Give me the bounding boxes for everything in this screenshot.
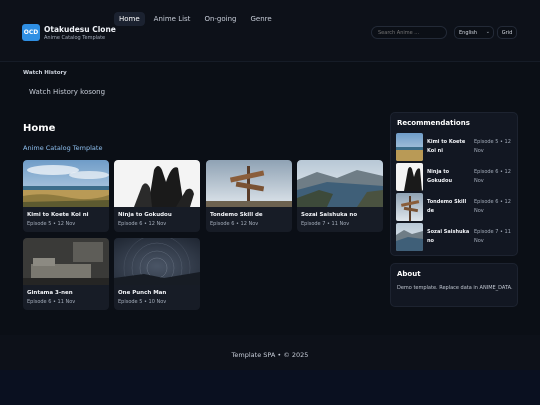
- recommendation-meta: Episode 7 • 11 Nov: [474, 229, 511, 244]
- watch-history-empty: Watch History kosong: [29, 88, 106, 96]
- anime-card[interactable]: Gintama 3-nen Episode 6 • 11 Nov: [23, 238, 109, 310]
- anime-card-title: Tondemo Skill de: [210, 212, 263, 218]
- anime-card[interactable]: Ninja to Gokudou Episode 6 • 12 Nov: [114, 160, 200, 232]
- top-navbar: OCD Otakudesu Clone Anime Catalog Templa…: [0, 0, 540, 62]
- anime-card-meta: Episode 5 • 10 Nov: [118, 299, 167, 305]
- chevron-down-icon: ⌄: [485, 29, 490, 35]
- page-title: Home: [23, 123, 56, 134]
- recommendation-item[interactable]: Kimi to Koete Koi ni Episode 5 • 12 Nov: [396, 133, 512, 161]
- anime-card[interactable]: Tondemo Skill de Episode 6 • 12 Nov: [206, 160, 292, 232]
- anime-card-title: Kimi to Koete Koi ni: [27, 212, 89, 218]
- anime-card-title: Ninja to Gokudou: [118, 212, 172, 218]
- recommendation-thumbnail: [396, 223, 423, 251]
- about-text: Demo template. Replace data in ANIME_DAT…: [397, 285, 513, 291]
- recommendation-item[interactable]: Tondemo Skill de Episode 6 • 12 Nov: [396, 193, 512, 221]
- nav-ongoing[interactable]: On-going: [199, 12, 241, 26]
- anime-thumbnail: [297, 160, 383, 207]
- nav-genre[interactable]: Genre: [245, 12, 276, 26]
- recommendations-title: Recommendations: [397, 119, 470, 127]
- page-subtitle: Anime Catalog Template: [23, 144, 103, 152]
- logo-icon[interactable]: OCD: [22, 24, 40, 41]
- brand-subtitle: Anime Catalog Template: [44, 35, 106, 41]
- main-nav: Home Anime List On-going Genre: [114, 12, 277, 26]
- anime-card-meta: Episode 6 • 11 Nov: [27, 299, 76, 305]
- anime-card-title: Gintama 3-nen: [27, 290, 73, 296]
- language-select[interactable]: English ⌄: [454, 26, 494, 39]
- page-bottom: [0, 370, 540, 405]
- anime-card[interactable]: Kimi to Koete Koi ni Episode 5 • 12 Nov: [23, 160, 109, 232]
- anime-card-meta: Episode 7 • 11 Nov: [301, 221, 350, 227]
- search-input[interactable]: [371, 26, 447, 39]
- about-panel: About Demo template. Replace data in ANI…: [390, 263, 518, 307]
- anime-card[interactable]: One Punch Man Episode 5 • 10 Nov: [114, 238, 200, 310]
- recommendation-title: Ninja to Gokudou: [427, 169, 452, 184]
- brand-title[interactable]: Otakudesu Clone: [44, 25, 116, 34]
- nav-home[interactable]: Home: [114, 12, 145, 26]
- recommendation-meta: Episode 6 • 12 Nov: [474, 199, 511, 214]
- recommendation-thumbnail: [396, 193, 423, 221]
- nav-anime-list[interactable]: Anime List: [149, 12, 196, 26]
- anime-card-meta: Episode 5 • 12 Nov: [27, 221, 76, 227]
- recommendation-title: Tondemo Skill de: [427, 199, 467, 214]
- anime-thumbnail: [23, 238, 109, 285]
- anime-card-meta: Episode 6 • 12 Nov: [210, 221, 259, 227]
- footer-text: Template SPA • © 2025: [231, 351, 309, 359]
- recommendation-thumbnail: [396, 163, 423, 191]
- anime-card-title: Sozai Saishuka no: [301, 212, 358, 218]
- watch-history-heading: Watch History: [23, 70, 67, 76]
- anime-thumbnail: [206, 160, 292, 207]
- recommendation-thumbnail: [396, 133, 423, 161]
- about-title: About: [397, 270, 421, 278]
- recommendation-title: Kimi to Koete Koi ni: [427, 139, 466, 154]
- anime-card[interactable]: Sozai Saishuka no Episode 7 • 11 Nov: [297, 160, 383, 232]
- anime-thumbnail: [23, 160, 109, 207]
- recommendations-panel: Recommendations Kimi to Koete Koi ni Epi…: [390, 112, 518, 256]
- anime-card-meta: Episode 6 • 12 Nov: [118, 221, 167, 227]
- grid-view-button[interactable]: Grid: [497, 26, 517, 39]
- language-select-value: English: [459, 30, 478, 36]
- recommendation-meta: Episode 6 • 12 Nov: [474, 169, 511, 184]
- recommendation-item[interactable]: Ninja to Gokudou Episode 6 • 12 Nov: [396, 163, 512, 191]
- anime-thumbnail: [114, 238, 200, 285]
- recommendation-item[interactable]: Sozai Saishuka no Episode 7 • 11 Nov: [396, 223, 512, 251]
- anime-thumbnail: [114, 160, 200, 207]
- recommendation-title: Sozai Saishuka no: [427, 229, 470, 244]
- recommendation-meta: Episode 5 • 12 Nov: [474, 139, 511, 154]
- anime-card-title: One Punch Man: [118, 290, 167, 296]
